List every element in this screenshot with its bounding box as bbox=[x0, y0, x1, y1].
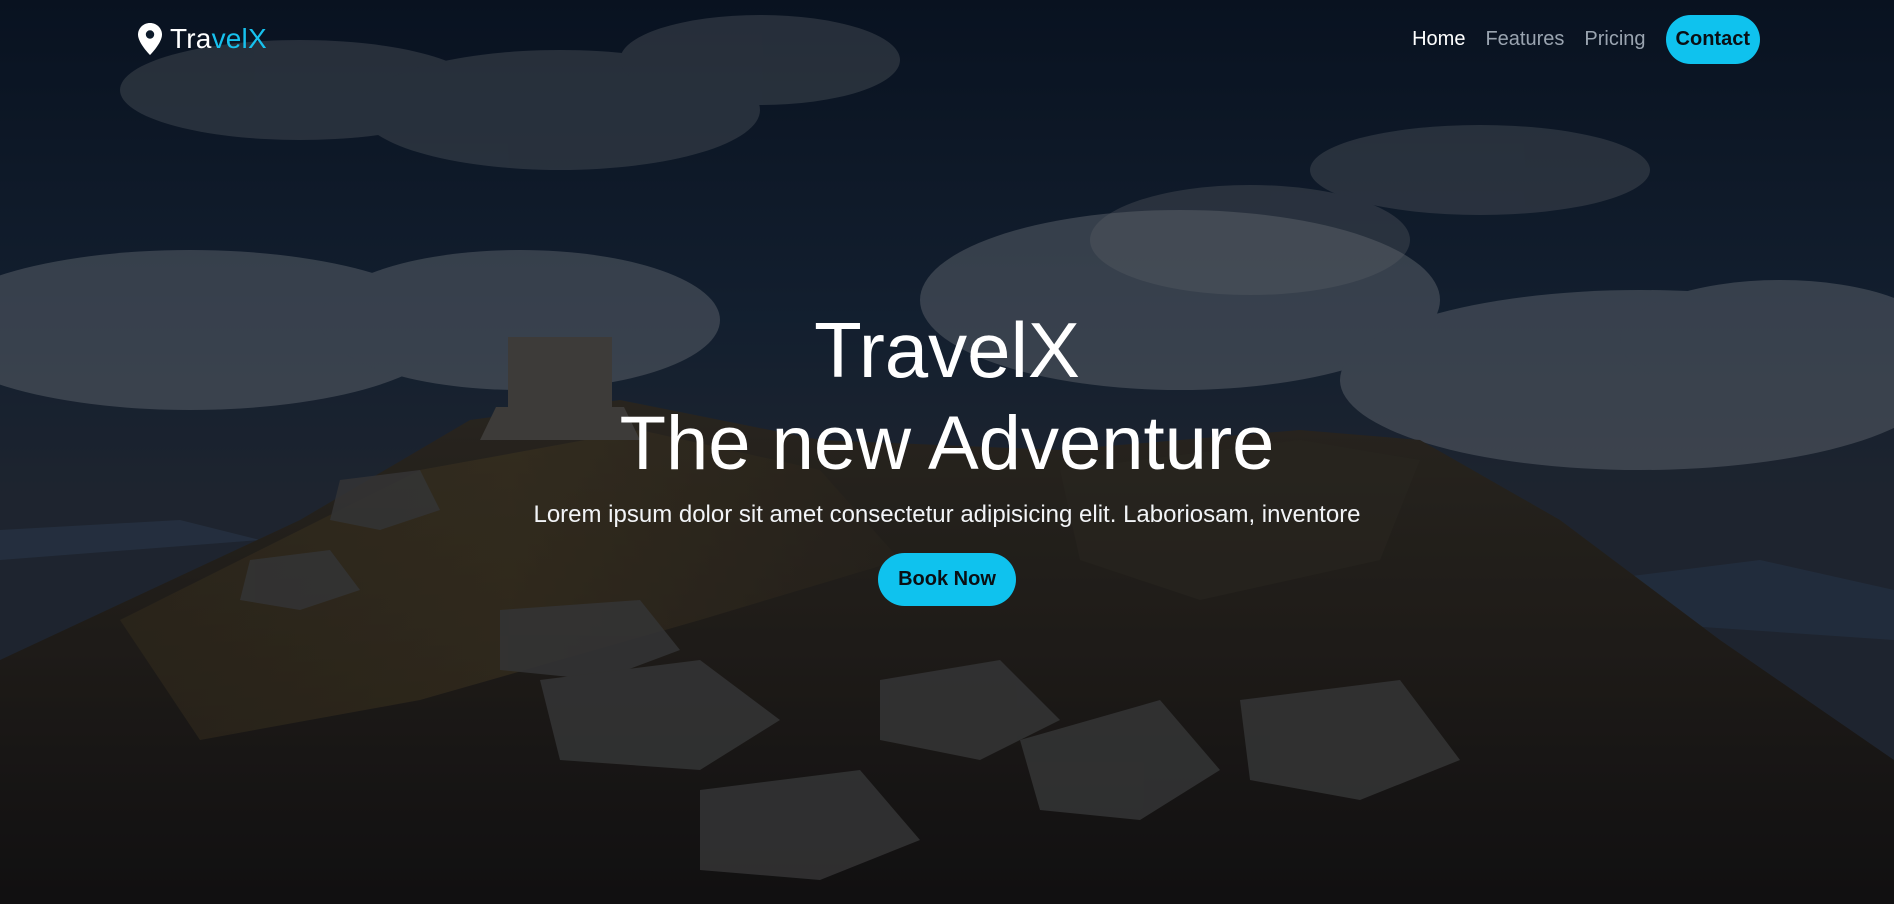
navbar: TravelX Home Features Pricing Contact bbox=[0, 0, 1894, 78]
brand-name-main: Tra bbox=[170, 23, 212, 54]
nav-link-home[interactable]: Home bbox=[1412, 28, 1465, 51]
book-now-button[interactable]: Book Now bbox=[878, 552, 1016, 606]
nav-link-features[interactable]: Features bbox=[1485, 28, 1564, 51]
hero-lead-text: Lorem ipsum dolor sit amet consectetur a… bbox=[533, 500, 1361, 528]
nav-link-pricing[interactable]: Pricing bbox=[1584, 28, 1645, 51]
brand-name: TravelX bbox=[170, 23, 267, 55]
brand-name-accent: velX bbox=[211, 23, 267, 54]
main-nav: Home Features Pricing Contact bbox=[1412, 14, 1760, 64]
hero-section: TravelX Home Features Pricing Contact Tr… bbox=[0, 0, 1894, 904]
hero-title: TravelX bbox=[814, 306, 1080, 394]
brand-logo[interactable]: TravelX bbox=[138, 23, 267, 55]
contact-button[interactable]: Contact bbox=[1665, 14, 1760, 64]
hero-content: TravelX The new Adventure Lorem ipsum do… bbox=[0, 300, 1894, 606]
map-pin-icon bbox=[138, 23, 162, 55]
hero-subtitle: The new Adventure bbox=[619, 400, 1275, 486]
